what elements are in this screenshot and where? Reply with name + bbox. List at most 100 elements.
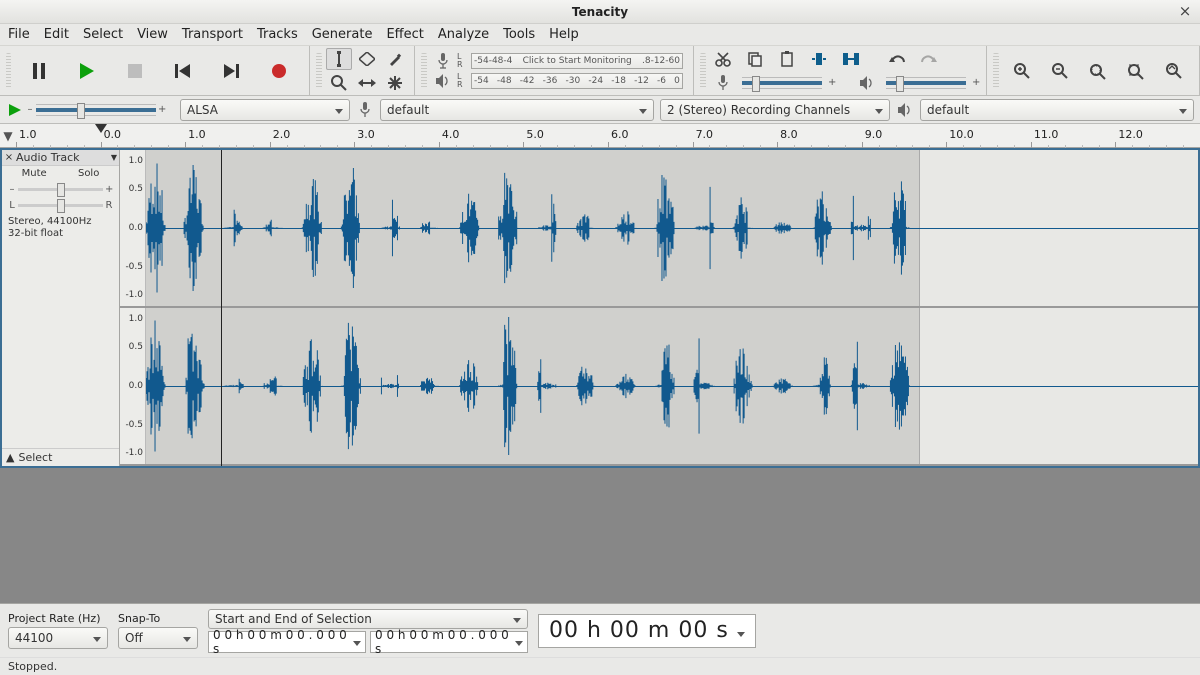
timeline[interactable]: ▼ 1.00.01.02.03.04.05.06.07.08.09.010.01… xyxy=(0,124,1200,148)
track-control-panel: × Audio Track ▼ Mute Solo – + L R Stereo… xyxy=(2,150,120,466)
zoom-out-button[interactable] xyxy=(1047,58,1073,84)
fit-project-button[interactable] xyxy=(1123,58,1149,84)
skip-end-button[interactable] xyxy=(219,56,243,86)
envelope-tool[interactable] xyxy=(354,48,380,70)
toolbar-grip[interactable] xyxy=(316,53,322,89)
recording-device-combo[interactable]: default xyxy=(380,99,654,121)
chevron-down-icon xyxy=(327,103,343,117)
selection-mode-combo[interactable]: Start and End of Selection xyxy=(208,609,528,629)
solo-button[interactable]: Solo xyxy=(78,168,99,179)
fit-selection-button[interactable] xyxy=(1085,58,1111,84)
menu-effect[interactable]: Effect xyxy=(386,27,423,42)
mute-button[interactable]: Mute xyxy=(22,168,47,179)
menu-edit[interactable]: Edit xyxy=(44,27,69,42)
speaker-icon[interactable] xyxy=(433,74,453,88)
record-button[interactable] xyxy=(267,56,291,86)
track-format: Stereo, 44100Hz 32-bit float xyxy=(2,213,119,243)
playback-device-combo[interactable]: default xyxy=(920,99,1194,121)
recording-channels-combo[interactable]: 2 (Stereo) Recording Channels xyxy=(660,99,890,121)
play-at-speed-button[interactable] xyxy=(6,97,24,123)
cut-button[interactable] xyxy=(712,49,734,69)
audio-track: × Audio Track ▼ Mute Solo – + L R Stereo… xyxy=(0,148,1200,468)
playback-device-value: default xyxy=(927,103,969,117)
channel-right[interactable]: 1.00.50.0-0.5-1.0 xyxy=(120,308,1198,466)
track-menu-button[interactable]: ▼ xyxy=(111,153,117,162)
play-button[interactable] xyxy=(75,56,99,86)
menu-help[interactable]: Help xyxy=(549,27,579,42)
toolbar-grip[interactable] xyxy=(700,53,706,89)
menu-file[interactable]: File xyxy=(8,27,30,42)
audio-host-combo[interactable]: ALSA xyxy=(180,99,350,121)
selection-toolbar: Project Rate (Hz) 44100 Snap-To Off Star… xyxy=(0,603,1200,657)
toolbar-grip[interactable] xyxy=(993,53,999,89)
zoom-toolbar xyxy=(987,46,1200,95)
menu-generate[interactable]: Generate xyxy=(312,27,373,42)
menu-view[interactable]: View xyxy=(137,27,168,42)
zoom-tool[interactable] xyxy=(326,72,352,94)
project-rate-combo[interactable]: 44100 xyxy=(8,627,108,649)
timeline-ruler[interactable]: 1.00.01.02.03.04.05.06.07.08.09.010.011.… xyxy=(16,124,1200,147)
speed-minus-label: – xyxy=(26,104,34,115)
project-rate-label: Project Rate (Hz) xyxy=(8,612,108,625)
track-name[interactable]: Audio Track xyxy=(16,151,109,164)
track-waveform-area[interactable]: 1.00.50.0-0.5-1.0 1.00.50.0-0.5-1.0 xyxy=(120,150,1198,466)
zoom-toggle-button[interactable] xyxy=(1161,58,1187,84)
menu-tracks[interactable]: Tracks xyxy=(257,27,298,42)
redo-button[interactable] xyxy=(918,49,940,69)
channel-left[interactable]: 1.00.50.0-0.5-1.0 xyxy=(120,150,1198,308)
paste-button[interactable] xyxy=(776,49,798,69)
track-gain-slider[interactable]: – + xyxy=(2,181,119,197)
recording-meter[interactable]: -54 -48 -4 Click to Start Monitoring .8 … xyxy=(471,53,683,69)
play-at-speed: – + xyxy=(6,97,166,123)
timeline-pin-icon[interactable]: ▼ xyxy=(0,124,16,147)
draw-tool[interactable] xyxy=(382,48,408,70)
menu-analyze[interactable]: Analyze xyxy=(438,27,489,42)
menu-tools[interactable]: Tools xyxy=(503,27,535,42)
chevron-down-icon xyxy=(515,635,523,649)
transport-toolbar xyxy=(0,46,310,95)
selection-start-field[interactable]: 0 0 h 0 0 m 0 0 . 0 0 0 s xyxy=(208,631,366,653)
gain-plus-label: + xyxy=(972,77,980,88)
vertical-ruler-right: 1.00.50.0-0.5-1.0 xyxy=(120,308,146,464)
menu-transport[interactable]: Transport xyxy=(182,27,243,42)
snap-to-combo[interactable]: Off xyxy=(118,627,198,649)
status-bar: Stopped. xyxy=(0,657,1200,675)
silence-button[interactable] xyxy=(840,49,862,69)
vertical-ruler-left: 1.00.50.0-0.5-1.0 xyxy=(120,150,146,306)
menu-select[interactable]: Select xyxy=(83,27,123,42)
pause-button[interactable] xyxy=(27,56,51,86)
track-footer-label: Select xyxy=(18,451,52,464)
toolbar-area: LR -54 -48 -4 Click to Start Monitoring … xyxy=(0,46,1200,124)
undo-button[interactable] xyxy=(886,49,908,69)
multi-tool[interactable] xyxy=(382,72,408,94)
trim-button[interactable] xyxy=(808,49,830,69)
skip-start-button[interactable] xyxy=(171,56,195,86)
playback-speed-slider[interactable] xyxy=(36,104,156,116)
recording-volume-slider[interactable] xyxy=(742,77,822,89)
track-close-button[interactable]: × xyxy=(4,152,14,163)
collapse-icon[interactable]: ▲ xyxy=(6,451,14,464)
toolbar-grip[interactable] xyxy=(6,53,11,89)
speaker-icon xyxy=(896,103,914,117)
tracks-area[interactable]: × Audio Track ▼ Mute Solo – + L R Stereo… xyxy=(0,148,1200,603)
status-text: Stopped. xyxy=(8,660,57,673)
timeshift-tool[interactable] xyxy=(354,72,380,94)
mic-icon[interactable] xyxy=(433,53,453,69)
rec-meter-lr: LR xyxy=(457,53,467,69)
playback-meter[interactable]: -54 -48 -42 -36 -30 -24 -18 -12 -6 0 xyxy=(471,73,683,89)
playback-volume-slider[interactable] xyxy=(886,77,966,89)
track-pan-slider[interactable]: L R xyxy=(2,197,119,213)
chevron-down-icon xyxy=(85,631,101,645)
window-title: Tenacity xyxy=(572,5,628,19)
selection-end-field[interactable]: 0 0 h 0 0 m 0 0 . 0 0 0 s xyxy=(370,631,528,653)
audio-host-value: ALSA xyxy=(187,103,218,117)
stop-button[interactable] xyxy=(123,56,147,86)
window-close-button[interactable]: × xyxy=(1176,2,1194,20)
zoom-in-button[interactable] xyxy=(1009,58,1035,84)
copy-button[interactable] xyxy=(744,49,766,69)
toolbar-grip[interactable] xyxy=(421,53,427,89)
selection-tool[interactable] xyxy=(326,48,352,70)
play-meter-lr: LR xyxy=(457,73,467,89)
menubar: File Edit Select View Transport Tracks G… xyxy=(0,24,1200,46)
audio-position-field[interactable]: 00 h 00 m 00 s xyxy=(538,614,756,648)
